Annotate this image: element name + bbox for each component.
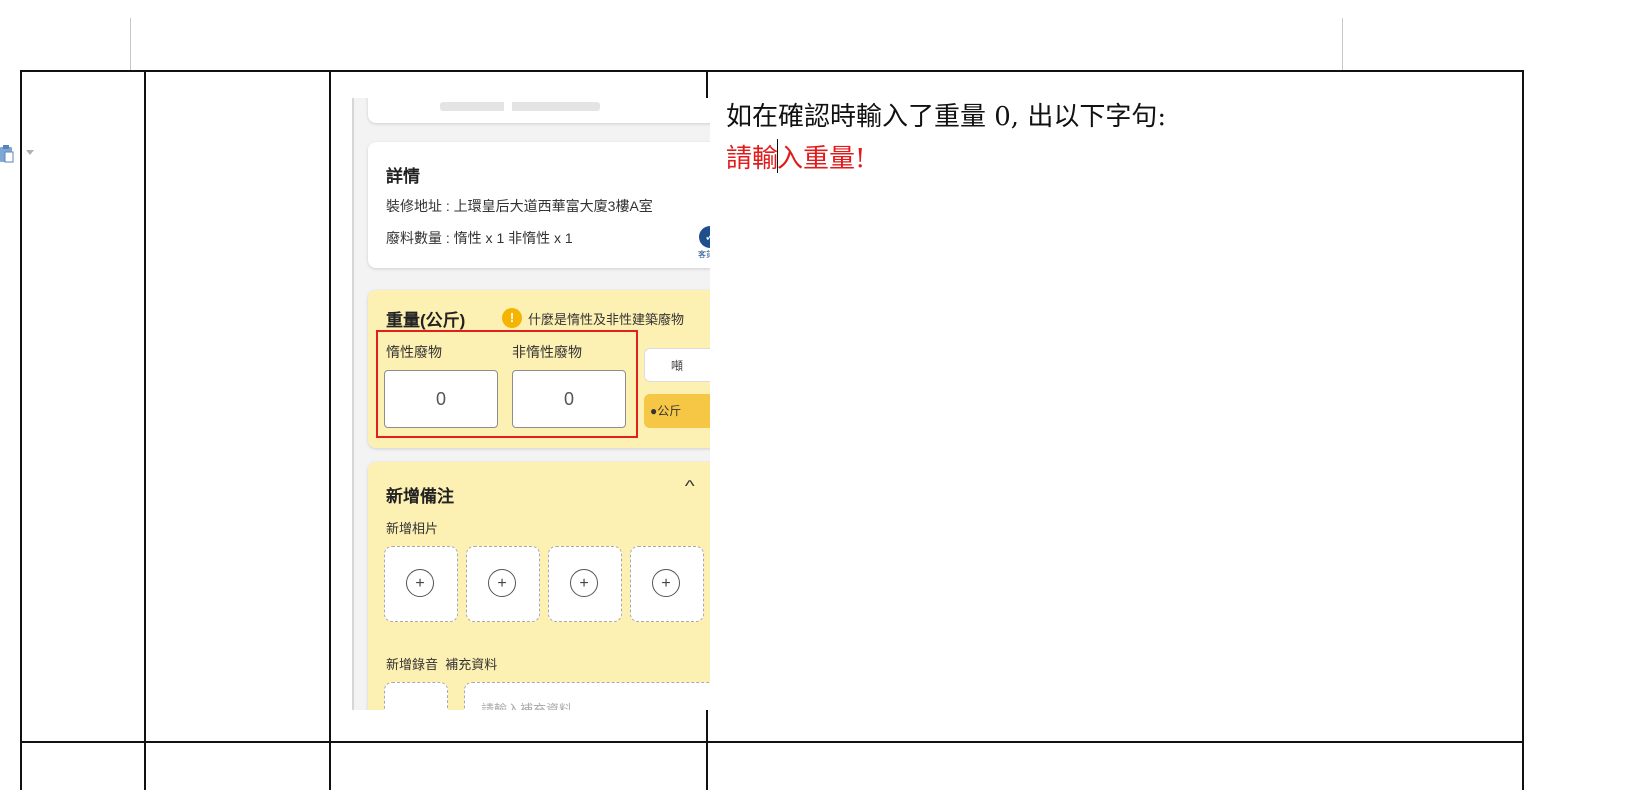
extra-info-label: 補充資料 (445, 657, 498, 672)
app-screenshot: 詳情 裝修地址 : 上環皇后大道西華富大廈3樓A室 廢料數量 : 惰性 x 1 … (352, 98, 710, 710)
extra-info-input[interactable]: 請輸入補充資料 (464, 682, 710, 710)
waste-info-link[interactable]: 什麼是惰性及非性建築廢物 (528, 309, 684, 328)
add-note-title: 新增備注 (386, 487, 454, 506)
table-border-bottom (20, 741, 1524, 743)
waste-count-text: 廢料數量 : 惰性 x 1 非惰性 x 1 (386, 230, 573, 246)
photo-slot-3[interactable]: + (548, 546, 622, 622)
unit-tonne-button[interactable]: 噸 (644, 348, 710, 382)
weight-card: 重量(公斤) ! 什麼是惰性及非性建築廢物 惰性廢物 非惰性廢物 0 0 噸 ●… (368, 290, 710, 448)
record-audio-button[interactable] (384, 682, 448, 710)
unit-kg-button[interactable]: ●公斤 (644, 394, 710, 428)
check-icon: ✓ (699, 226, 710, 248)
recording-and-extra-labels: 新增錄音 補充資料 (386, 654, 497, 673)
requirement-text[interactable]: 如在確認時輸入了重量 0, 出以下字句: (726, 96, 1166, 133)
table-col-divider-1 (144, 70, 146, 790)
vehicle-badge: ✓ 客貨車 (690, 226, 710, 260)
detail-card: 詳情 裝修地址 : 上環皇后大道西華富大廈3樓A室 廢料數量 : 惰性 x 1 … (368, 142, 710, 268)
vehicle-label: 客貨車 (698, 250, 710, 259)
address-text: 裝修地址 : 上環皇后大道西華富大廈3樓A室 (386, 198, 653, 214)
extra-info-placeholder: 請輸入補充資料 (481, 702, 573, 710)
error-message-part1: 請輸 (726, 144, 779, 174)
plus-icon: + (652, 569, 680, 597)
table-border-top (20, 70, 1524, 72)
photo-slot-2[interactable]: + (466, 546, 540, 622)
photo-slot-4[interactable]: + (630, 546, 704, 622)
clipboard-paste-icon[interactable] (0, 145, 14, 163)
add-note-card: 新增備注 ^ 新增相片 + + + + 新增錄音 補充資料 請輸入補充資料 (368, 462, 710, 710)
table-border-right (1522, 70, 1524, 790)
summary-card (368, 98, 710, 123)
detail-title: 詳情 (386, 167, 420, 186)
margin-guide-left (130, 18, 131, 70)
plus-icon: + (488, 569, 516, 597)
weight-inputs-highlight (376, 330, 638, 438)
chevron-up-icon[interactable]: ^ (685, 478, 695, 496)
error-message-part2: 入重量! (777, 144, 866, 174)
margin-guide-right (1342, 18, 1343, 70)
faded-text (440, 102, 600, 111)
unit-kg-label: 公斤 (657, 404, 682, 418)
unit-tonne-label: 噸 (671, 359, 684, 373)
add-photo-label: 新增相片 (386, 521, 439, 536)
chevron-down-icon[interactable] (26, 150, 34, 155)
photo-slot-1[interactable]: + (384, 546, 458, 622)
error-message-text[interactable]: 請輸入重量! (726, 138, 865, 175)
weight-title: 重量(公斤) (386, 311, 466, 330)
add-recording-label: 新增錄音 (386, 657, 439, 672)
table-border-left (20, 70, 22, 790)
plus-icon: + (570, 569, 598, 597)
table-col-divider-2 (329, 70, 331, 790)
plus-icon: + (406, 569, 434, 597)
warning-icon[interactable]: ! (502, 308, 522, 328)
